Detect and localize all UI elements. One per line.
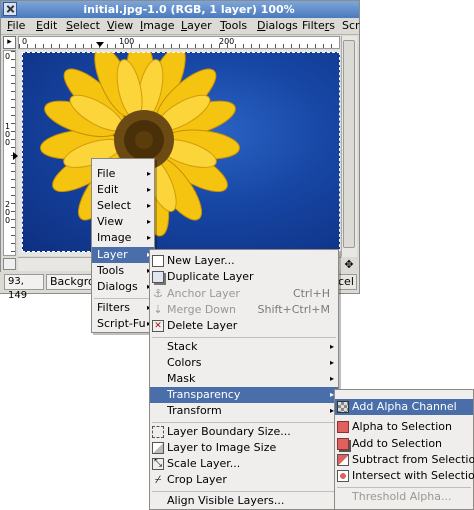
hruler-label: 200: [219, 37, 235, 46]
menu-item-duplicate-layer[interactable]: Duplicate Layer: [150, 269, 338, 285]
menu-item-threshold-alpha[interactable]: Threshold Alpha...: [335, 489, 473, 505]
menubar-image[interactable]: Image: [136, 18, 178, 34]
intersect-selection-icon: [337, 470, 349, 482]
menu-item-transparency[interactable]: Transparency ▸: [150, 387, 338, 403]
title-bar[interactable]: initial.jpg-1.0 (RGB, 1 layer) 100%: [1, 1, 359, 18]
menu-item-layer[interactable]: Layer▸: [92, 247, 154, 263]
menubar-layer[interactable]: Layer: [177, 18, 216, 34]
menu-item-alpha-to-selection[interactable]: Alpha to Selection: [335, 419, 473, 435]
alpha-channel-icon: [337, 401, 349, 413]
anchor-icon: ⚓: [153, 287, 163, 300]
merge-down-icon: ⇣: [153, 303, 163, 316]
menu-item-select[interactable]: Select ▸: [92, 198, 154, 214]
navigate-icon[interactable]: ✥: [342, 258, 356, 271]
menu-item-stack[interactable]: Stack ▸: [150, 339, 338, 355]
menu-item-mask[interactable]: Mask ▸: [150, 371, 338, 387]
menubar-edit[interactable]: Edit: [32, 18, 61, 34]
menu-separator: [94, 298, 152, 299]
alpha-to-selection-icon: [337, 421, 349, 433]
menu-item-tools[interactable]: Tools▸: [92, 263, 154, 279]
menu-separator: [152, 422, 336, 423]
transparency-submenu: Add Alpha Channel Alpha to Selection Add…: [334, 389, 474, 510]
selection-marquee: [22, 52, 340, 252]
menu-item-crop-layer[interactable]: ⌿ Crop Layer: [150, 472, 338, 488]
menubar-file[interactable]: File: [3, 18, 29, 34]
duplicate-layer-icon: [152, 271, 164, 283]
vertical-scroll-thumb[interactable]: [343, 40, 355, 248]
menubar-view[interactable]: View: [103, 18, 137, 34]
menu-item-add-alpha-channel[interactable]: Add Alpha Channel: [335, 399, 473, 415]
menu-item-script-fu[interactable]: Script-Fu▸: [92, 316, 154, 332]
menu-item-transform[interactable]: Transform ▸: [150, 403, 338, 419]
pointer-position-marker: [96, 42, 104, 47]
add-to-selection-icon: [337, 438, 349, 450]
menu-item-anchor-layer[interactable]: ⚓ Anchor Layer Ctrl+H: [150, 286, 338, 302]
menu-item-new-layer[interactable]: New Layer...: [150, 253, 338, 269]
menu-item-layer-to-image-size[interactable]: Layer to Image Size: [150, 440, 338, 456]
vruler-label: 200: [5, 200, 11, 225]
menu-item-image[interactable]: Image ▸: [92, 230, 154, 246]
menubar-tools[interactable]: Tools: [216, 18, 251, 34]
delete-layer-icon: ✕: [152, 320, 164, 332]
menubar-dialogs[interactable]: Dialogs: [253, 18, 302, 34]
menu-item-dialogs[interactable]: Dialogs▸: [92, 279, 154, 295]
layer-to-image-icon: [152, 442, 164, 454]
menu-item-scale-layer[interactable]: ⤡ Scale Layer...: [150, 456, 338, 472]
menu-item-add-to-selection[interactable]: Add to Selection: [335, 436, 473, 452]
layer-submenu: New Layer... Duplicate Layer ⚓ Anchor La…: [149, 249, 339, 510]
image-menu-button[interactable]: ▸: [3, 36, 16, 49]
menubar-script-fu[interactable]: Scr: [338, 18, 364, 34]
window-title: initial.jpg-1.0 (RGB, 1 layer) 100%: [83, 3, 295, 16]
menubar-filters[interactable]: Filters: [298, 18, 339, 34]
vruler-label: 0: [5, 52, 11, 61]
menu-item-colors[interactable]: Colors ▸: [150, 355, 338, 371]
menu-item-delete-layer[interactable]: ✕ Delete Layer: [150, 318, 338, 334]
scale-layer-icon: ⤡: [152, 458, 164, 470]
image-context-menu: File▸ Edit▸ Select▸ View▸ Image▸ Layer▸ …: [91, 158, 155, 333]
pointer-coordinates: 93, 149: [4, 274, 44, 301]
crop-layer-icon: ⌿: [154, 473, 162, 486]
new-layer-icon: [152, 255, 164, 267]
menu-item-view[interactable]: View ▸: [92, 214, 154, 230]
menu-item-align-visible-layers[interactable]: Align Visible Layers...: [150, 493, 338, 509]
hruler-label: 0: [22, 37, 28, 46]
menu-separator: [337, 487, 471, 488]
menu-item-merge-down[interactable]: ⇣ Merge Down Shift+Ctrl+M: [150, 302, 338, 318]
close-icon[interactable]: [3, 2, 17, 16]
subtract-from-selection-icon: [337, 454, 349, 466]
menu-item-filters[interactable]: Filters▸: [92, 300, 154, 316]
menu-item-intersect-with-selection[interactable]: Intersect with Selection: [335, 468, 474, 484]
menu-item-layer-boundary-size[interactable]: Layer Boundary Size...: [150, 424, 338, 440]
menubar-select[interactable]: Select: [62, 18, 104, 34]
horizontal-ruler[interactable]: 0 100 200: [18, 36, 340, 49]
menu-item-file[interactable]: File ▸: [92, 166, 154, 182]
menu-separator: [152, 337, 336, 338]
menu-separator: [152, 491, 336, 492]
boundary-size-icon: [152, 426, 164, 438]
hruler-label: 100: [119, 37, 135, 46]
menu-item-edit[interactable]: Edit ▸: [92, 182, 154, 198]
menu-item-subtract-from-selection[interactable]: Subtract from Selection: [335, 452, 474, 468]
vruler-label: 100: [5, 122, 11, 147]
quick-mask-toggle[interactable]: [3, 258, 16, 270]
menu-bar: File Edit Select View Image Layer Tools …: [1, 18, 360, 35]
